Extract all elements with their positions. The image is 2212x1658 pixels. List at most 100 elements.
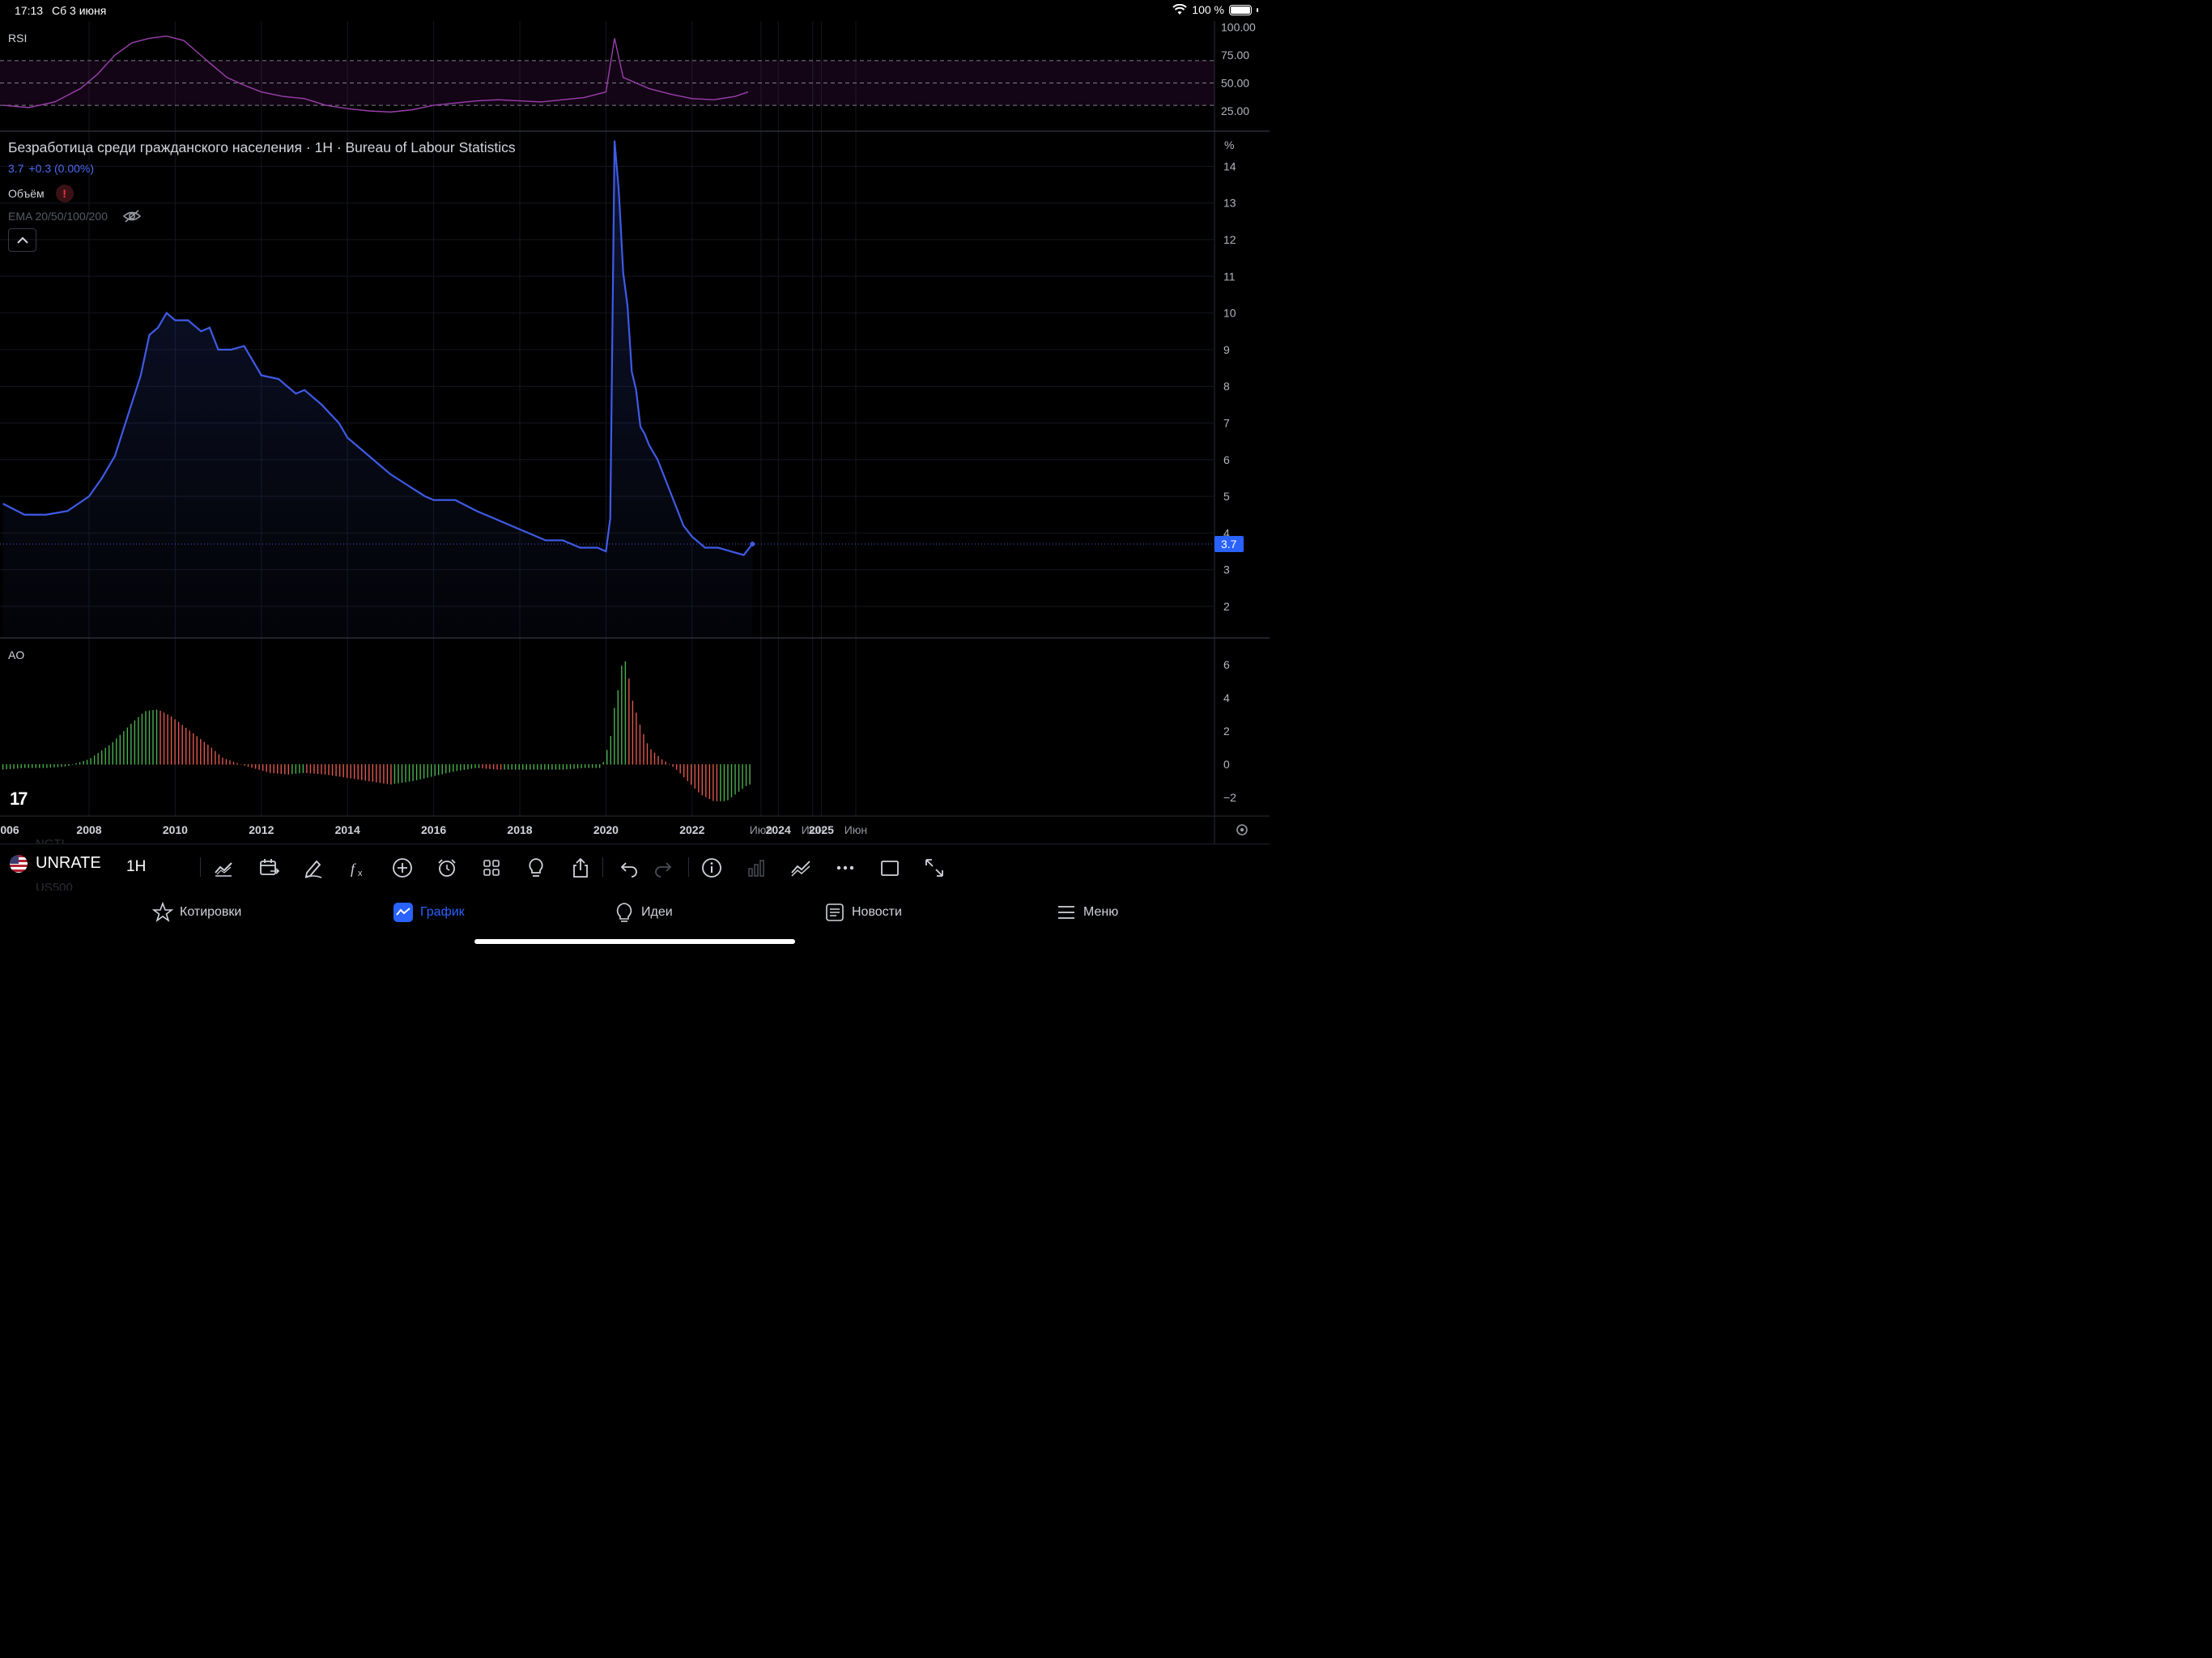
- time-axis-label: 2022: [679, 823, 704, 836]
- chart-title: Безработица среди гражданского населения…: [8, 139, 516, 155]
- price-axis-label: 13: [1223, 197, 1236, 210]
- symbol-selector[interactable]: UNRATE: [10, 854, 101, 873]
- tab-ideas[interactable]: Идеи: [614, 902, 673, 923]
- templates-button[interactable]: [478, 854, 505, 882]
- time-axis-label: 2010: [163, 823, 188, 836]
- collapse-legend-button[interactable]: [8, 228, 36, 252]
- price-axis-label: 10: [1223, 307, 1236, 320]
- volume-legend[interactable]: Объём !: [8, 185, 74, 202]
- layout-button[interactable]: [876, 854, 904, 882]
- interval-selector[interactable]: 1Н: [126, 858, 146, 876]
- bar-chart-icon: [748, 860, 764, 877]
- drawing-tools-button[interactable]: [300, 854, 327, 882]
- info-button[interactable]: [698, 854, 725, 882]
- time-axis-label: 2020: [593, 823, 619, 836]
- chart-toolbar: UNRATE 1Н fx: [0, 844, 1270, 891]
- tab-label: Новости: [852, 905, 902, 919]
- time-axis-label: 2025: [809, 823, 834, 836]
- battery-percent: 100 %: [1192, 3, 1224, 16]
- alert-button[interactable]: [433, 854, 461, 882]
- price-axis-label: 3: [1223, 563, 1230, 576]
- compare-icon: [791, 861, 810, 877]
- tab-news[interactable]: Новости: [824, 902, 902, 923]
- warning-icon[interactable]: !: [55, 185, 74, 202]
- price-tag-label: 3.7: [1221, 538, 1237, 551]
- news-icon: [826, 903, 844, 921]
- tab-quotes[interactable]: Котировки: [152, 902, 241, 923]
- undo-icon: [620, 862, 637, 878]
- expand-icon: [925, 859, 943, 877]
- rsi-axis-label: 75.00: [1221, 49, 1249, 62]
- ema-legend[interactable]: EMA 20/50/100/200: [8, 209, 142, 223]
- ao-axis-label: 6: [1223, 658, 1230, 671]
- redo-button[interactable]: [649, 854, 677, 882]
- plus-circle-icon: [393, 858, 412, 878]
- time-axis-label: 006: [0, 823, 19, 836]
- more-button[interactable]: [832, 854, 859, 882]
- symbol-name: UNRATE: [36, 854, 101, 872]
- tab-label: Котировки: [180, 905, 242, 919]
- ao-label: AO: [8, 648, 25, 661]
- us-flag-icon: [10, 854, 28, 873]
- unit-label: %: [1224, 138, 1234, 151]
- volume-label: Объём: [8, 187, 45, 200]
- function-icon: fx: [351, 861, 363, 878]
- price-axis-label: 11: [1223, 270, 1236, 283]
- time-axis-label: 2018: [507, 823, 532, 836]
- price-axis-label: 9: [1223, 343, 1230, 356]
- svg-text:x: x: [358, 869, 363, 878]
- time-axis-label: 2008: [76, 823, 101, 836]
- wifi-icon: [1172, 4, 1187, 15]
- grid-icon: [483, 860, 500, 876]
- rsi-axis-label: 100.00: [1221, 21, 1256, 34]
- menu-icon: [1058, 906, 1074, 919]
- time-axis-label: 2014: [335, 823, 360, 836]
- financials-button[interactable]: [742, 854, 770, 882]
- home-indicator: [474, 939, 795, 944]
- redo-icon: [655, 862, 672, 878]
- add-button[interactable]: [389, 854, 416, 882]
- price-axis-label: 12: [1223, 233, 1236, 246]
- status-bar: 17:13 Сб 3 июня 100 %: [0, 0, 1270, 21]
- calendar-arrows-icon: [260, 859, 280, 875]
- time-axis-label: 2016: [421, 823, 446, 836]
- price-axis-label: 7: [1223, 417, 1230, 430]
- price-change: +0.3 (0.00%): [28, 162, 95, 175]
- square-icon: [881, 861, 899, 876]
- tab-menu[interactable]: Меню: [1056, 902, 1118, 923]
- tab-label: Меню: [1083, 905, 1119, 919]
- price-axis-label: 2: [1223, 600, 1230, 613]
- price-axis-label: 8: [1223, 380, 1230, 393]
- star-icon: [152, 902, 173, 923]
- ao-axis-label: 4: [1223, 691, 1230, 704]
- indicators-button[interactable]: fx: [344, 854, 372, 882]
- fullscreen-button[interactable]: [921, 854, 948, 882]
- date-range-button[interactable]: [255, 854, 283, 882]
- tab-chart[interactable]: График: [393, 902, 465, 923]
- ao-axis-label: −2: [1223, 791, 1236, 804]
- time-axis-label: Июн: [844, 823, 867, 836]
- info-icon: [702, 858, 721, 878]
- ao-axis-label: 2: [1223, 725, 1230, 738]
- status-time: 17:13: [15, 4, 44, 17]
- tradingview-logo: 17: [10, 789, 28, 809]
- rsi-axis-label: 25.00: [1221, 104, 1249, 117]
- tab-label: График: [420, 905, 465, 919]
- undo-button[interactable]: [615, 854, 643, 882]
- eye-hidden-icon[interactable]: [122, 209, 142, 223]
- last-value: 3.7: [8, 162, 24, 175]
- chart-quote: 3.7 +0.3 (0.00%): [8, 162, 99, 175]
- compare-button[interactable]: [787, 854, 815, 882]
- lightbulb-icon: [529, 858, 543, 877]
- svg-text:f: f: [351, 861, 357, 877]
- rsi-axis-label: 50.00: [1221, 77, 1249, 90]
- ema-label: EMA 20/50/100/200: [8, 210, 108, 223]
- chart-type-button[interactable]: [210, 854, 237, 882]
- settings-gear-icon[interactable]: [1236, 824, 1248, 835]
- more-icon: [836, 865, 854, 870]
- share-button[interactable]: [567, 854, 594, 882]
- ideas-button[interactable]: [522, 854, 550, 882]
- tab-label: Идеи: [641, 905, 673, 919]
- alarm-clock-icon: [438, 859, 456, 877]
- ao-axis-label: 0: [1223, 758, 1230, 771]
